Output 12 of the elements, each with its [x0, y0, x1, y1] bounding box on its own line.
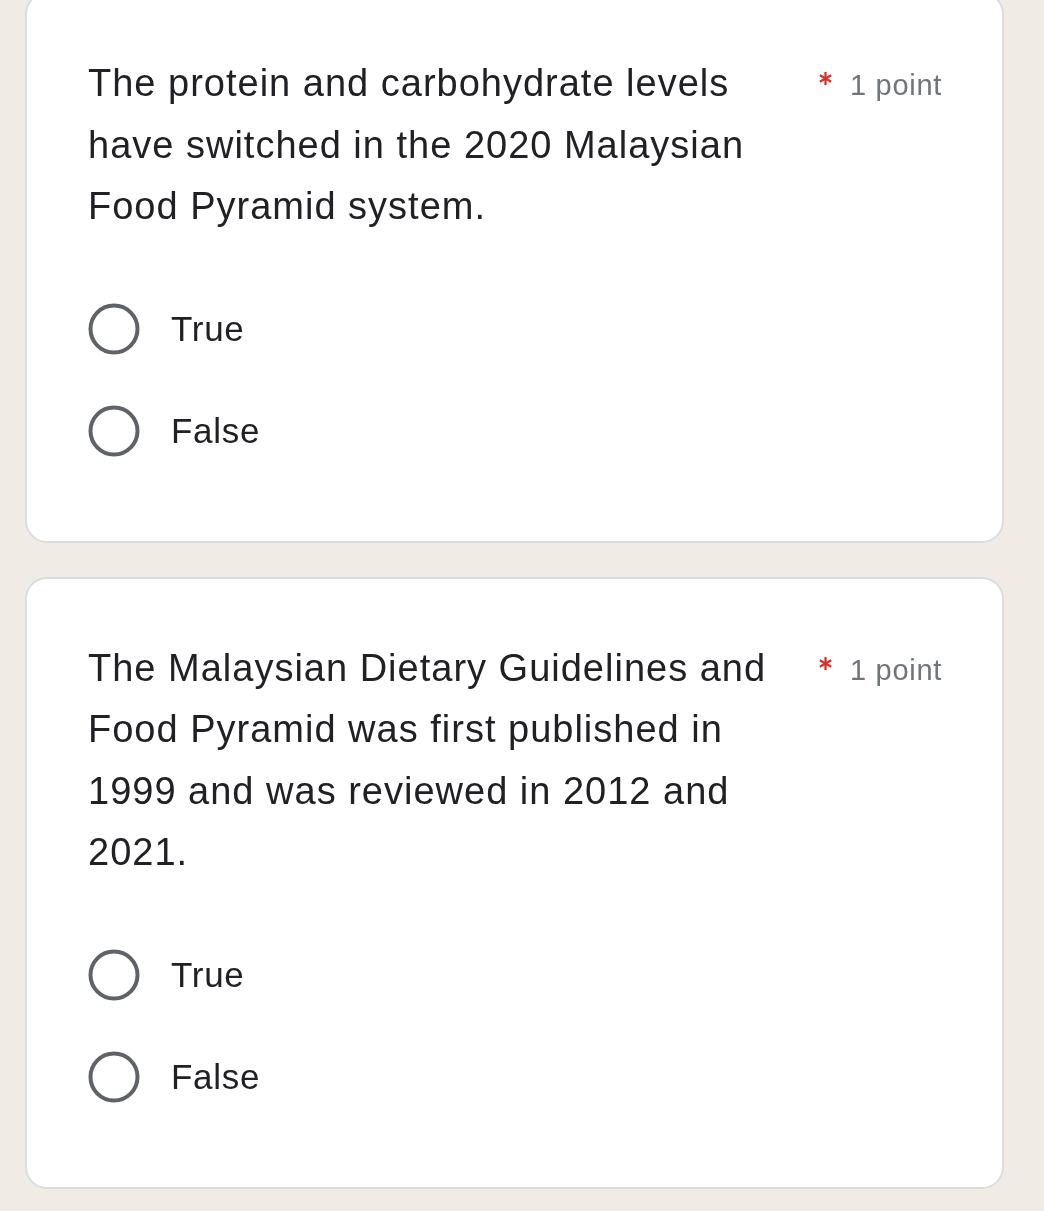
- option-label[interactable]: True: [171, 954, 245, 995]
- radio-icon[interactable]: [88, 404, 140, 457]
- option-label[interactable]: True: [171, 308, 245, 349]
- question-text: The protein and carbohydrate levels have switched in the 2020 Malaysian Food Pyramid system.: [88, 61, 746, 229]
- radio-icon[interactable]: [88, 302, 140, 355]
- option-label[interactable]: False: [171, 1056, 261, 1097]
- radio-icon[interactable]: [88, 1050, 140, 1103]
- radio-icon[interactable]: [88, 948, 140, 1001]
- option-label[interactable]: False: [171, 410, 261, 451]
- points-label: 1 point: [850, 653, 942, 687]
- question-text: The Malaysian Dietary Guidelines and Food Pyramid was first published in 1999 and was reviewed in 2012 and 2021.: [88, 645, 768, 875]
- points-label: 1 point: [850, 69, 942, 102]
